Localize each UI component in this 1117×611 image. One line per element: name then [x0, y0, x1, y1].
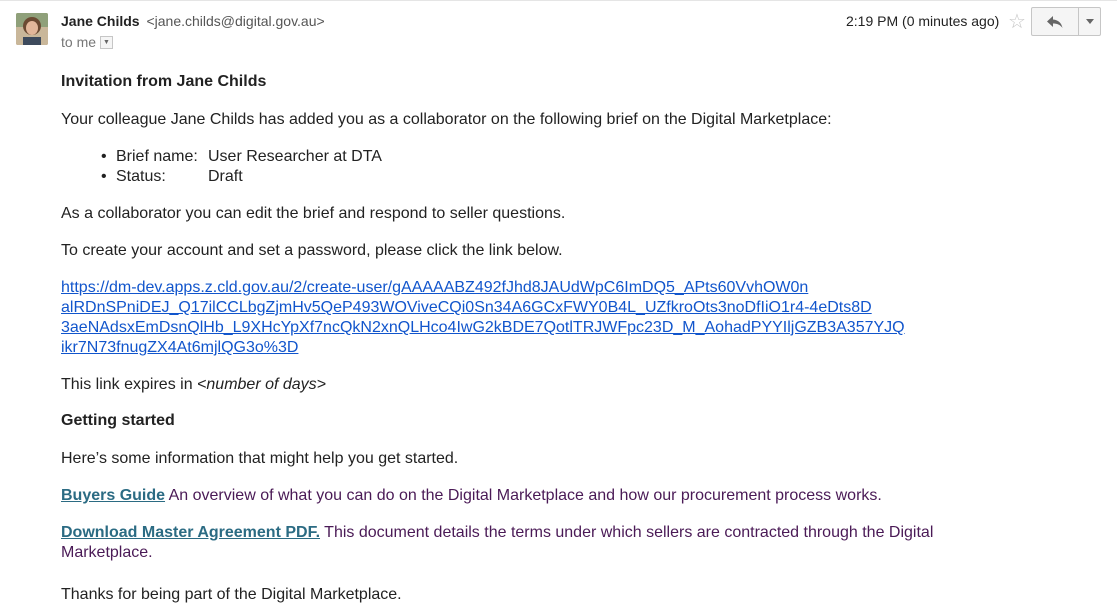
reply-button[interactable]	[1032, 8, 1079, 35]
list-item: Status:	[61, 167, 208, 187]
info-text: Here’s some information that might help …	[61, 450, 459, 467]
top-divider	[0, 0, 1117, 1]
more-options-button[interactable]	[1079, 8, 1100, 35]
expires-text: This link expires in	[61, 376, 198, 393]
brief-name-value: User Researcher at DTA	[208, 148, 382, 165]
intro-text: Your colleague Jane Childs has added you…	[61, 111, 832, 128]
getting-started-heading: Getting started	[61, 412, 175, 429]
link-line: https://dm-dev.apps.z.cld.gov.au/2/creat…	[61, 279, 809, 296]
master-agreement-link[interactable]: Download Master Agreement PDF.	[61, 524, 320, 541]
buyers-guide-line: Buyers Guide An overview of what you can…	[61, 486, 882, 506]
status-label: Status:	[116, 168, 166, 185]
reply-icon	[1047, 15, 1063, 28]
edit-text: As a collaborator you can edit the brief…	[61, 205, 566, 222]
timestamp: 2:19 PM (0 minutes ago)	[846, 13, 1000, 29]
status-value: Draft	[208, 168, 243, 185]
sender-email: <jane.childs@digital.gov.au>	[146, 13, 325, 29]
days-placeholder: <number of days>	[197, 376, 327, 393]
list-item: Brief name:	[61, 147, 208, 167]
master-agreement-line: Download Master Agreement PDF. This docu…	[61, 523, 1001, 563]
buyers-guide-link[interactable]: Buyers Guide	[61, 487, 165, 504]
recipient-line: to me ▼	[61, 34, 114, 50]
recipient-details-toggle[interactable]: ▼	[100, 35, 114, 49]
link-line: 3aeNAdsxEmDsnQlHb_L9XHcYpXf7ncQkN2xnQLHc…	[61, 319, 905, 336]
star-icon[interactable]: ☆	[1008, 9, 1026, 34]
chevron-down-icon	[1085, 19, 1094, 24]
reply-button-group	[1031, 7, 1101, 36]
thanks-text: Thanks for being part of the Digital Mar…	[61, 586, 402, 603]
recipient-label: to me	[61, 34, 97, 50]
sender-name[interactable]: Jane Childs	[61, 13, 140, 29]
link-line: alRDnSPniDEJ_Q17ilCCLbgZjmHv5QeP493WOViv…	[61, 299, 872, 316]
brief-details: Brief name: Status:	[61, 147, 208, 187]
create-account-text: To create your account and set a passwor…	[61, 242, 563, 259]
link-line: ikr7N73fnugZX4At6mjlQG3o%3D	[61, 339, 299, 356]
chevron-down-icon: ▼	[103, 38, 110, 46]
buyers-guide-description: An overview of what you can do on the Di…	[165, 487, 882, 504]
avatar[interactable]	[16, 13, 48, 45]
expires-line: This link expires in <number of days>	[61, 375, 326, 395]
create-user-link[interactable]: https://dm-dev.apps.z.cld.gov.au/2/creat…	[61, 278, 981, 358]
sender: Jane Childs <jane.childs@digital.gov.au>	[61, 13, 325, 29]
email-heading: Invitation from Jane Childs	[61, 73, 267, 90]
